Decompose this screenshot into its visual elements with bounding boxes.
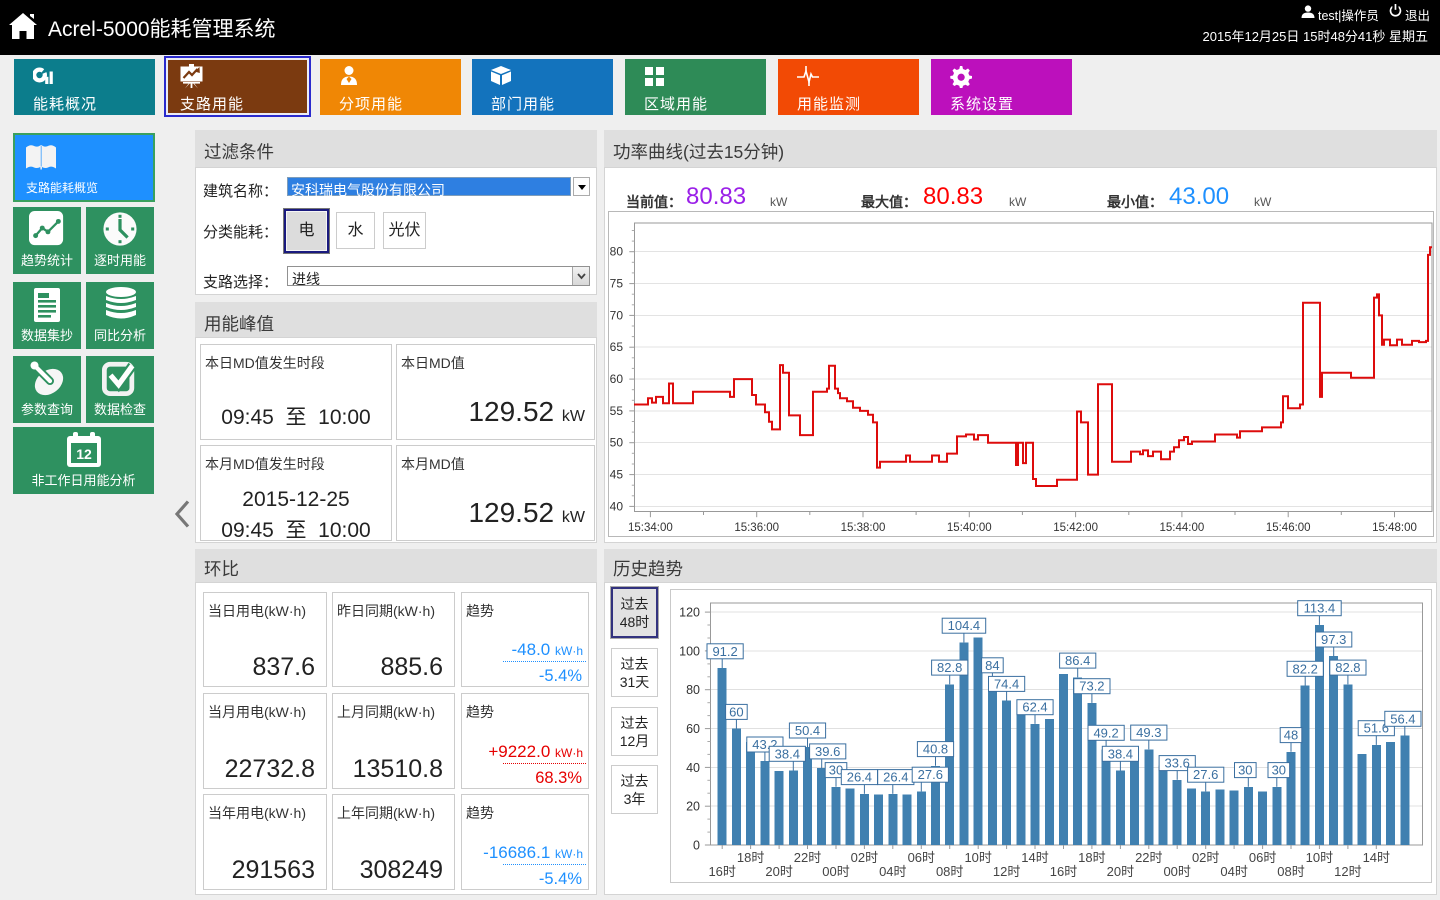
svg-text:62.4: 62.4 xyxy=(1022,700,1047,715)
svg-text:06时: 06时 xyxy=(1249,850,1276,865)
svg-text:27.6: 27.6 xyxy=(918,767,943,782)
svg-text:22时: 22时 xyxy=(1135,850,1162,865)
svg-text:91.2: 91.2 xyxy=(712,644,737,659)
svg-text:82.8: 82.8 xyxy=(937,660,962,675)
svg-text:49.2: 49.2 xyxy=(1093,725,1118,740)
svg-text:18时: 18时 xyxy=(1078,850,1105,865)
svg-text:82.2: 82.2 xyxy=(1293,661,1318,676)
svg-text:10时: 10时 xyxy=(964,850,991,865)
svg-text:30: 30 xyxy=(1272,763,1286,778)
svg-text:16时: 16时 xyxy=(1050,864,1077,879)
svg-text:00时: 00时 xyxy=(822,864,849,879)
svg-text:02时: 02时 xyxy=(851,850,878,865)
svg-text:50.4: 50.4 xyxy=(795,723,820,738)
svg-text:26.4: 26.4 xyxy=(883,770,908,785)
svg-text:0: 0 xyxy=(693,839,700,853)
svg-text:14时: 14时 xyxy=(1363,850,1390,865)
svg-text:08时: 08时 xyxy=(1277,864,1304,879)
svg-text:82.8: 82.8 xyxy=(1335,660,1360,675)
svg-text:16时: 16时 xyxy=(708,864,735,879)
svg-text:84: 84 xyxy=(985,658,999,673)
svg-text:18时: 18时 xyxy=(737,850,764,865)
svg-text:20时: 20时 xyxy=(765,864,792,879)
svg-text:12时: 12时 xyxy=(993,864,1020,879)
svg-text:27.6: 27.6 xyxy=(1193,767,1218,782)
svg-text:113.4: 113.4 xyxy=(1304,601,1336,616)
svg-text:56.4: 56.4 xyxy=(1390,711,1415,726)
svg-text:104.4: 104.4 xyxy=(948,618,981,633)
svg-text:97.3: 97.3 xyxy=(1321,632,1346,647)
svg-text:38.4: 38.4 xyxy=(775,746,800,761)
svg-text:26.4: 26.4 xyxy=(847,770,872,785)
svg-text:39.6: 39.6 xyxy=(815,744,840,759)
svg-text:40: 40 xyxy=(686,761,700,775)
svg-text:02时: 02时 xyxy=(1192,850,1219,865)
svg-text:14时: 14时 xyxy=(1021,850,1048,865)
svg-text:120: 120 xyxy=(679,606,700,620)
svg-text:00时: 00时 xyxy=(1163,864,1190,879)
svg-text:60: 60 xyxy=(729,704,743,719)
svg-text:12时: 12时 xyxy=(1334,864,1361,879)
svg-text:49.3: 49.3 xyxy=(1136,725,1161,740)
svg-text:48: 48 xyxy=(1284,728,1298,743)
svg-text:04时: 04时 xyxy=(1220,864,1247,879)
svg-text:38.4: 38.4 xyxy=(1108,746,1133,761)
svg-text:80: 80 xyxy=(686,683,700,697)
svg-text:30: 30 xyxy=(1238,763,1252,778)
svg-text:10时: 10时 xyxy=(1306,850,1333,865)
svg-text:40.8: 40.8 xyxy=(923,742,948,757)
svg-text:33.6: 33.6 xyxy=(1165,756,1190,771)
svg-text:22时: 22时 xyxy=(794,850,821,865)
svg-text:20时: 20时 xyxy=(1107,864,1134,879)
svg-text:74.4: 74.4 xyxy=(994,676,1019,691)
svg-text:60: 60 xyxy=(686,722,700,736)
svg-text:08时: 08时 xyxy=(936,864,963,879)
svg-text:04时: 04时 xyxy=(879,864,906,879)
svg-text:86.4: 86.4 xyxy=(1065,653,1090,668)
svg-text:06时: 06时 xyxy=(908,850,935,865)
svg-text:73.2: 73.2 xyxy=(1079,679,1104,694)
svg-text:100: 100 xyxy=(679,644,700,658)
svg-text:20: 20 xyxy=(686,800,700,814)
